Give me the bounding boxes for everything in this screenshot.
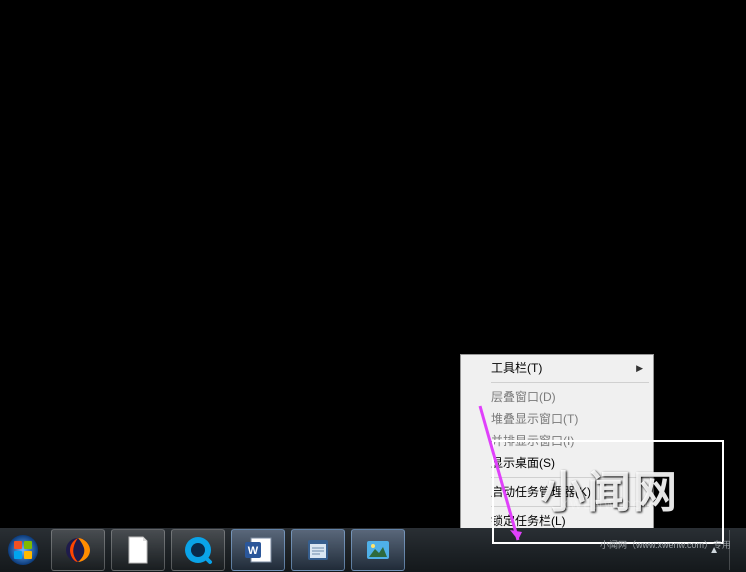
notepad-icon	[304, 536, 332, 564]
taskbar-item-firefox[interactable]	[51, 529, 105, 571]
tray-arrow-icon[interactable]: ▲	[709, 545, 719, 556]
firefox-icon	[64, 536, 92, 564]
taskbar-item-qq-browser[interactable]	[171, 529, 225, 571]
qq-browser-icon	[183, 535, 213, 565]
windows-logo-icon	[7, 534, 39, 566]
taskbar-item-notepad[interactable]	[291, 529, 345, 571]
taskbar-item-image-viewer[interactable]	[351, 529, 405, 571]
menu-separator	[491, 506, 649, 507]
menu-separator	[491, 477, 649, 478]
menu-stack-windows: 堆叠显示窗口(T)	[463, 408, 651, 430]
menu-separator	[491, 382, 649, 383]
taskbar-context-menu: 工具栏(T) 层叠窗口(D) 堆叠显示窗口(T) 并排显示窗口(I) 显示桌面(…	[460, 354, 654, 557]
start-button[interactable]	[4, 531, 42, 569]
show-desktop-button[interactable]	[729, 530, 740, 570]
menu-show-desktop[interactable]: 显示桌面(S)	[463, 452, 651, 474]
taskbar[interactable]: W	[0, 528, 746, 572]
menu-cascade-windows: 层叠窗口(D)	[463, 386, 651, 408]
menu-toolbars-label: 工具栏(T)	[491, 361, 542, 375]
menu-toolbars[interactable]: 工具栏(T)	[463, 357, 651, 379]
menu-sidebyside-label: 并排显示窗口(I)	[491, 434, 574, 448]
menu-show-desktop-label: 显示桌面(S)	[491, 456, 555, 470]
taskbar-item-word[interactable]: W	[231, 529, 285, 571]
menu-task-manager[interactable]: 启动任务管理器(K)	[463, 481, 651, 503]
menu-cascade-label: 层叠窗口(D)	[491, 390, 556, 404]
svg-text:W: W	[248, 545, 259, 557]
word-icon: W	[243, 536, 273, 564]
document-icon	[125, 535, 151, 565]
menu-side-by-side: 并排显示窗口(I)	[463, 430, 651, 452]
taskbar-item-explorer[interactable]	[111, 529, 165, 571]
menu-task-manager-label: 启动任务管理器(K)	[491, 485, 591, 499]
menu-lock-taskbar-label: 锁定任务栏(L)	[491, 514, 566, 528]
system-tray[interactable]: ▲	[709, 528, 740, 572]
menu-stack-label: 堆叠显示窗口(T)	[491, 412, 578, 426]
picture-icon	[364, 536, 392, 564]
